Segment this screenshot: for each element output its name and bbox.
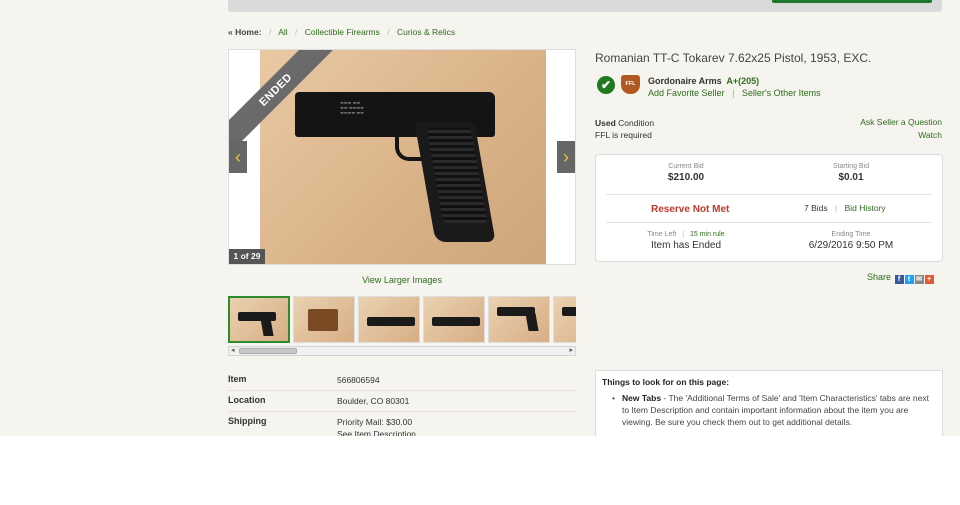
image-gallery[interactable]: ▬▬▬ ▬▬ ▬▬ ▬▬▬▬ ▬▬▬▬ ▬▬ ENDED ‹ › 1 of 29 bbox=[228, 49, 576, 265]
detail-label: Item bbox=[228, 374, 247, 384]
breadcrumb: « Home: / All / Collectible Firearms / C… bbox=[228, 27, 455, 37]
twitter-icon[interactable]: t bbox=[904, 275, 914, 284]
bids-count: 7 Bids bbox=[804, 203, 828, 213]
ending-time-label: Ending Time bbox=[831, 231, 871, 238]
breadcrumb-collectible-firearms[interactable]: Collectible Firearms bbox=[305, 27, 380, 37]
link-separator: | bbox=[835, 203, 838, 213]
link-separator: | bbox=[732, 88, 735, 98]
breadcrumb-separator: / bbox=[387, 27, 390, 37]
detail-value: Priority Mail: $30.00 See Item Descripti… bbox=[337, 416, 416, 436]
ffl-required-text: FFL is required bbox=[595, 130, 652, 140]
thumbnail-scrollbar[interactable]: ◂ ▸ bbox=[228, 346, 576, 356]
condition-label: Condition bbox=[618, 118, 655, 128]
thumbnail[interactable] bbox=[423, 296, 485, 343]
condition-info: Used Condition FFL is required bbox=[595, 117, 654, 141]
share-more-icon[interactable]: + bbox=[924, 275, 934, 284]
chevron-left-icon[interactable]: ‹ bbox=[229, 141, 247, 173]
sellers-other-items-link[interactable]: Seller's Other Items bbox=[742, 88, 821, 98]
seller-rating[interactable]: A+(205) bbox=[726, 76, 759, 86]
link-separator: | bbox=[682, 231, 685, 238]
breadcrumb-home[interactable]: « Home: bbox=[228, 27, 262, 37]
detail-row-shipping: Shipping Priority Mail: $30.00 See Item … bbox=[228, 412, 576, 436]
view-larger-images-link[interactable]: View Larger Images bbox=[228, 275, 576, 285]
item-details-table: Item 566806594 Location Boulder, CO 8030… bbox=[228, 370, 576, 436]
breadcrumb-curios-relics[interactable]: Curios & Relics bbox=[397, 27, 455, 37]
ffl-badge-icon: FFL bbox=[621, 75, 640, 94]
bid-history-link[interactable]: Bid History bbox=[845, 203, 886, 213]
things-to-look-for-panel: Things to look for on this page: New Tab… bbox=[595, 370, 943, 436]
thumbnail-strip bbox=[228, 296, 576, 344]
divider bbox=[606, 222, 932, 223]
verified-check-icon: ✔ bbox=[597, 76, 615, 94]
listing-actions: Ask Seller a Question Watch bbox=[860, 116, 942, 142]
email-icon[interactable]: ✉ bbox=[914, 275, 924, 284]
divider bbox=[606, 194, 932, 195]
starting-bid: Starting Bid $0.01 bbox=[776, 163, 926, 183]
chevron-right-icon[interactable]: › bbox=[557, 141, 575, 173]
detail-row-item: Item 566806594 bbox=[228, 370, 576, 391]
image-counter: 1 of 29 bbox=[229, 249, 265, 264]
breadcrumb-all[interactable]: All bbox=[278, 27, 287, 37]
main-item-photo[interactable]: ▬▬▬ ▬▬ ▬▬ ▬▬▬▬ ▬▬▬▬ ▬▬ bbox=[260, 50, 546, 264]
current-bid-value: $210.00 bbox=[667, 172, 705, 183]
share-bar: Share f t ✉ + bbox=[867, 272, 934, 284]
reserve-status: Reserve Not Met bbox=[651, 204, 730, 215]
page-background: « Home: / All / Collectible Firearms / C… bbox=[0, 0, 960, 436]
detail-label: Shipping bbox=[228, 416, 267, 426]
add-favorite-seller-link[interactable]: Add Favorite Seller bbox=[648, 88, 725, 98]
things-title: Things to look for on this page: bbox=[602, 377, 730, 387]
ending-time-value: 6/29/2016 9:50 PM bbox=[808, 240, 894, 251]
ending-time: Ending Time 6/29/2016 9:50 PM bbox=[776, 231, 926, 251]
detail-value: 566806594 bbox=[337, 375, 380, 385]
seller-links: Add Favorite Seller | Seller's Other Ite… bbox=[648, 88, 821, 98]
scrollbar-thumb[interactable] bbox=[239, 348, 297, 354]
thumbnail[interactable] bbox=[488, 296, 550, 343]
watch-link[interactable]: Watch bbox=[860, 129, 942, 142]
seller-info: Gordonaire Arms A+(205) bbox=[648, 76, 759, 86]
bids-info: 7 Bids | Bid History bbox=[804, 203, 886, 213]
breadcrumb-separator: / bbox=[295, 27, 298, 37]
time-left-label: Time Left bbox=[647, 231, 677, 238]
breadcrumb-separator: / bbox=[268, 27, 272, 37]
new-tabs-heading: New Tabs bbox=[622, 393, 662, 403]
seller-name[interactable]: Gordonaire Arms bbox=[648, 76, 722, 86]
thumbnail[interactable] bbox=[358, 296, 420, 343]
time-left: Time Left | 15 min rule Item has Ended bbox=[611, 231, 761, 251]
share-label: Share bbox=[867, 272, 892, 282]
shipping-value: Priority Mail: $30.00 bbox=[337, 417, 413, 427]
listing-title: Romanian TT-C Tokarev 7.62x25 Pistol, 19… bbox=[595, 51, 872, 65]
starting-bid-value: $0.01 bbox=[838, 172, 864, 183]
current-bid: Current Bid $210.00 bbox=[611, 163, 761, 183]
pistol-engraving: ▬▬▬ ▬▬ ▬▬ ▬▬▬▬ ▬▬▬▬ ▬▬ bbox=[340, 100, 364, 115]
thumbnail[interactable] bbox=[293, 296, 355, 343]
shipping-see-description: See Item Description bbox=[337, 429, 416, 436]
fifteen-min-rule-link[interactable]: 15 min rule bbox=[690, 231, 725, 238]
things-list: New Tabs - The 'Additional Terms of Sale… bbox=[602, 392, 936, 428]
detail-label: Location bbox=[228, 395, 266, 405]
detail-value: Boulder, CO 80301 bbox=[337, 396, 410, 406]
condition-used: Used bbox=[595, 118, 616, 128]
new-tabs-text: - The 'Additional Terms of Sale' and 'It… bbox=[622, 393, 929, 427]
time-left-label-row: Time Left | 15 min rule bbox=[611, 231, 761, 238]
starting-bid-label: Starting Bid bbox=[832, 163, 870, 170]
time-left-value: Item has Ended bbox=[650, 240, 722, 251]
bid-box: Current Bid $210.00 Starting Bid $0.01 R… bbox=[595, 154, 943, 262]
list-item: New Tabs - The 'Additional Terms of Sale… bbox=[612, 392, 936, 428]
thumbnail[interactable] bbox=[553, 296, 576, 343]
current-bid-label: Current Bid bbox=[668, 163, 704, 170]
top-action-button[interactable] bbox=[772, 0, 932, 3]
scroll-right-icon[interactable]: ▸ bbox=[569, 346, 573, 354]
ask-seller-question-link[interactable]: Ask Seller a Question bbox=[860, 116, 942, 129]
detail-row-location: Location Boulder, CO 80301 bbox=[228, 391, 576, 412]
thumbnail[interactable] bbox=[228, 296, 290, 343]
facebook-icon[interactable]: f bbox=[894, 275, 904, 284]
scroll-left-icon[interactable]: ◂ bbox=[231, 346, 235, 354]
